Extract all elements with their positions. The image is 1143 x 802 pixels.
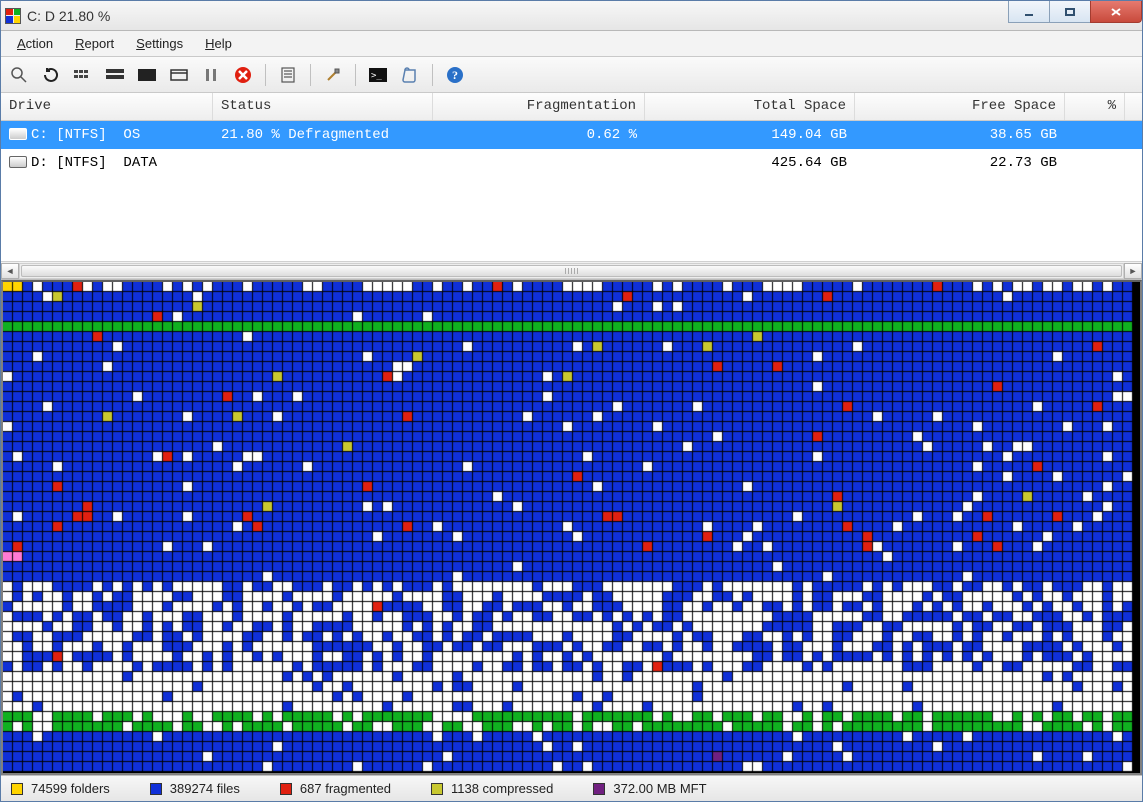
close-button[interactable]: [1090, 1, 1142, 23]
report-icon[interactable]: [276, 63, 300, 87]
search-icon[interactable]: [7, 63, 31, 87]
console-icon[interactable]: >_: [366, 63, 390, 87]
col-drive[interactable]: Drive: [1, 93, 213, 120]
legend-files: 389274 files: [150, 781, 240, 796]
menu-action[interactable]: Action: [7, 33, 63, 54]
legend-folders-text: 74599 folders: [31, 781, 110, 796]
stop-icon[interactable]: [231, 63, 255, 87]
col-fragmentation[interactable]: Fragmentation: [433, 93, 645, 120]
quickdefrag-icon[interactable]: [135, 63, 159, 87]
drive-table: Drive Status Fragmentation Total Space F…: [1, 93, 1142, 280]
pause-icon[interactable]: [199, 63, 223, 87]
minimize-button[interactable]: [1008, 1, 1050, 23]
window-controls: [1009, 1, 1142, 23]
settings-icon[interactable]: [321, 63, 345, 87]
swatch-compressed: [431, 783, 443, 795]
legend-compressed: 1138 compressed: [431, 781, 553, 796]
legend-mft: 372.00 MB MFT: [593, 781, 706, 796]
refresh-icon[interactable]: [39, 63, 63, 87]
script-icon[interactable]: [398, 63, 422, 87]
scroll-thumb[interactable]: [21, 265, 1122, 277]
legend-compressed-text: 1138 compressed: [451, 781, 553, 796]
fulldefrag-icon[interactable]: [167, 63, 191, 87]
statusbar: 74599 folders 389274 files 687 fragmente…: [1, 775, 1142, 801]
menu-help[interactable]: Help: [195, 33, 242, 54]
defrag-icon[interactable]: [103, 63, 127, 87]
col-total-space[interactable]: Total Space: [645, 93, 855, 120]
svg-text:>_: >_: [371, 71, 382, 81]
scroll-right-arrow[interactable]: ►: [1124, 263, 1142, 279]
legend-fragmented: 687 fragmented: [280, 781, 391, 796]
titlebar: C: D 21.80 %: [1, 1, 1142, 31]
drive-icon: [9, 156, 27, 168]
cluster-map[interactable]: [3, 282, 1140, 773]
analyze-icon[interactable]: [71, 63, 95, 87]
menu-settings[interactable]: Settings: [126, 33, 193, 54]
col-status[interactable]: Status: [213, 93, 433, 120]
legend-folders: 74599 folders: [11, 781, 110, 796]
drive-table-body: C: [NTFS] OS21.80 % Defragmented0.62 %14…: [1, 121, 1142, 261]
drive-row[interactable]: C: [NTFS] OS21.80 % Defragmented0.62 %14…: [1, 121, 1142, 149]
maximize-button[interactable]: [1049, 1, 1091, 23]
legend-mft-text: 372.00 MB MFT: [613, 781, 706, 796]
window-title: C: D 21.80 %: [27, 8, 110, 24]
menu-report[interactable]: Report: [65, 33, 124, 54]
app-icon: [5, 8, 21, 24]
toolbar: >_ ?: [1, 57, 1142, 93]
swatch-files: [150, 783, 162, 795]
scroll-track[interactable]: [19, 263, 1124, 279]
drive-table-header: Drive Status Fragmentation Total Space F…: [1, 93, 1142, 121]
col-free-space[interactable]: Free Space: [855, 93, 1065, 120]
scroll-left-arrow[interactable]: ◄: [1, 263, 19, 279]
cluster-map-container: [1, 280, 1142, 775]
horizontal-scrollbar[interactable]: ◄ ►: [1, 261, 1142, 279]
legend-fragmented-text: 687 fragmented: [300, 781, 391, 796]
help-icon[interactable]: ?: [443, 63, 467, 87]
swatch-mft: [593, 783, 605, 795]
swatch-fragmented: [280, 783, 292, 795]
swatch-folders: [11, 783, 23, 795]
legend-files-text: 389274 files: [170, 781, 240, 796]
menubar: Action Report Settings Help: [1, 31, 1142, 57]
drive-icon: [9, 128, 27, 140]
svg-text:?: ?: [452, 68, 458, 82]
drive-row[interactable]: D: [NTFS] DATA425.64 GB22.73 GB: [1, 149, 1142, 177]
col-percent[interactable]: %: [1065, 93, 1125, 120]
